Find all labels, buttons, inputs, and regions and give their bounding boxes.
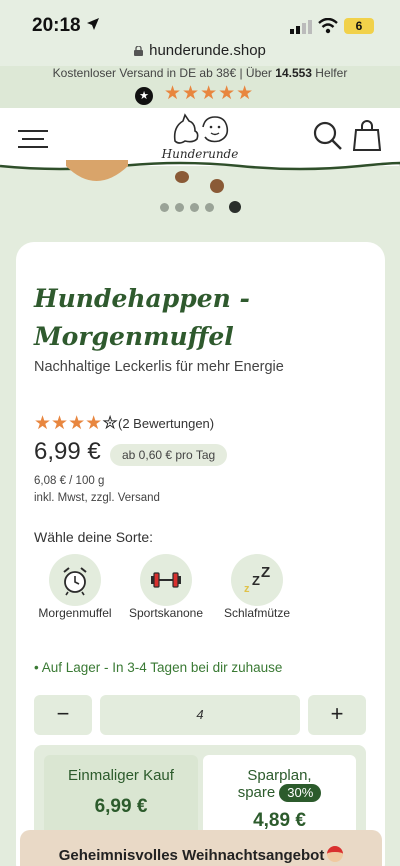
- product-title: Hundehappen - Morgenmuffel: [34, 284, 250, 351]
- plan-subscription-price: 4,89 €: [253, 810, 306, 831]
- variant-icon-circle: [140, 554, 192, 606]
- treat-image: [175, 171, 189, 183]
- per-day-badge: ab 0,60 € pro Tag: [110, 444, 228, 466]
- wifi-icon: [318, 18, 338, 34]
- url-text: hunderunde.shop: [149, 42, 266, 59]
- quantity-plus-button[interactable]: +: [308, 695, 366, 735]
- svg-text:Z: Z: [261, 564, 270, 581]
- zzz-icon: z Z Z: [244, 564, 270, 595]
- plan-one-time-price: 6,99 €: [94, 796, 148, 817]
- dumbbell-icon: [151, 572, 181, 588]
- variant-sportskanone[interactable]: Sportskanone: [116, 554, 216, 624]
- treat-image: [210, 179, 224, 193]
- tax-note: inkl. Mwst, zzgl. Versand: [34, 492, 160, 504]
- logo-text[interactable]: Hunderunde: [150, 147, 250, 161]
- alarm-clock-icon: [63, 567, 87, 596]
- half-star-icon: ✮: [102, 413, 119, 434]
- location-arrow-icon: [87, 18, 99, 30]
- carousel-dot[interactable]: [190, 203, 199, 212]
- trust-badge-icon: ★: [135, 87, 153, 105]
- variant-icon-circle: [49, 554, 101, 606]
- menu-icon[interactable]: [18, 128, 48, 150]
- variant-label-text: Sportskanone: [128, 606, 204, 620]
- santa-icon: [327, 846, 344, 862]
- christmas-offer-text: Geheimnisvolles Weihnachtsangebot: [58, 847, 325, 864]
- discount-badge: 30%: [279, 784, 322, 802]
- variant-icon-circle: z Z Z: [231, 554, 283, 606]
- carousel-dot[interactable]: [205, 203, 214, 212]
- product-price: 6,99 €: [34, 438, 101, 465]
- promo-stars: ★★★★★: [164, 83, 255, 104]
- rating-stars: ★★★★✮: [34, 413, 119, 434]
- base-price: 6,08 € / 100 g: [34, 475, 105, 487]
- christmas-offer-banner[interactable]: Geheimnisvolles Weihnachtsangebot: [20, 830, 382, 866]
- stock-status: • Auf Lager - In 3-4 Tagen bei dir zuhau…: [34, 660, 283, 675]
- url-bar[interactable]: hunderunde.shop: [0, 40, 400, 66]
- battery-indicator: 6: [344, 18, 374, 34]
- plan-subscription-label: Sparplan, spare 30%: [203, 755, 356, 802]
- product-subtitle: Nachhaltige Leckerlis für mehr Energie: [34, 359, 284, 375]
- search-icon[interactable]: [313, 121, 343, 151]
- quantity-stepper: − 4 +: [34, 695, 366, 735]
- rating-count[interactable]: (2 Bewertungen): [118, 416, 214, 431]
- svg-text:Z: Z: [252, 573, 260, 588]
- quantity-input[interactable]: 4: [100, 695, 300, 735]
- status-time: 20:18: [32, 15, 81, 36]
- promo-text: Kostenloser Versand in DE ab 38€ | Über …: [0, 66, 400, 80]
- variant-label: Wähle deine Sorte:: [34, 529, 154, 545]
- variant-morgenmuffel[interactable]: Morgenmuffel: [25, 554, 125, 624]
- header-wave-divider: [0, 160, 400, 171]
- plan-one-time-label: Einmaliger Kauf: [68, 767, 174, 784]
- promo-text-prefix: Kostenloser Versand in DE ab 38€ | Über: [52, 66, 276, 80]
- svg-text:z: z: [244, 583, 250, 595]
- carousel-dot[interactable]: [175, 203, 184, 212]
- carousel-dots: [160, 200, 244, 214]
- signal-icon: [290, 20, 312, 34]
- quantity-minus-button[interactable]: −: [34, 695, 92, 735]
- helper-count: 14.553: [275, 66, 312, 80]
- variant-schlafmuetze[interactable]: z Z Z Schlafmütze: [207, 554, 307, 624]
- variant-label-text: Morgenmuffel: [38, 606, 112, 620]
- carousel-dot-active[interactable]: [229, 201, 241, 213]
- lock-icon: [134, 46, 144, 56]
- treat-image: [66, 160, 128, 181]
- promo-text-suffix: Helfer: [311, 66, 348, 80]
- variant-label-text: Schlafmütze: [223, 606, 291, 620]
- shopping-bag-icon[interactable]: [353, 119, 381, 151]
- carousel-dot[interactable]: [160, 203, 169, 212]
